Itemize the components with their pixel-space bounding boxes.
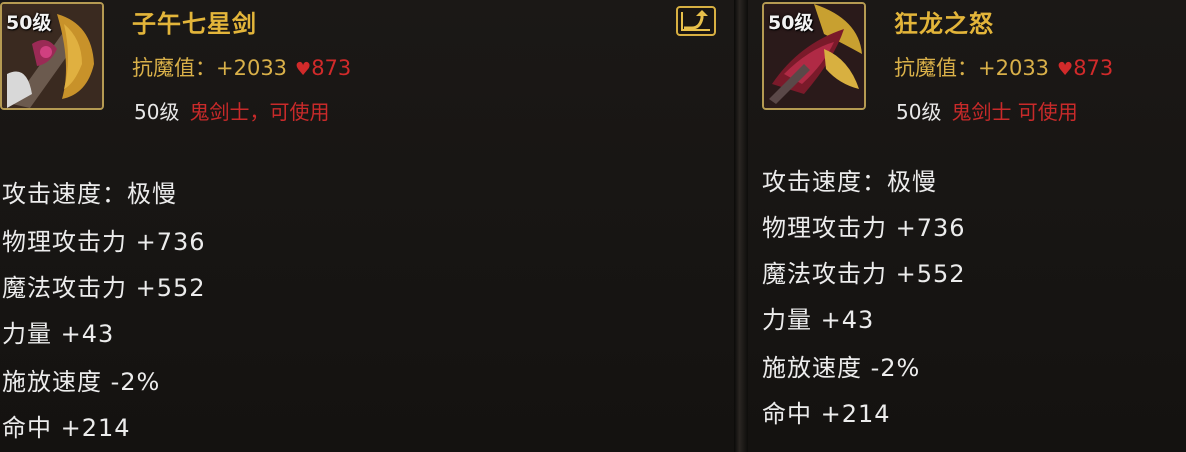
stat-attack-speed: 攻击速度：极慢 xyxy=(762,168,937,196)
stat-cast-speed: 施放速度 -2% xyxy=(2,368,161,396)
item-icon-right[interactable]: 50级 xyxy=(762,2,866,110)
item-level-tag: 50级 xyxy=(6,12,52,34)
item-name: 子午七星剑 xyxy=(132,10,257,38)
required-class: 鬼剑士，可使用 xyxy=(189,100,330,124)
resist-value: +2033 xyxy=(978,56,1050,80)
stat-strength: 力量 +43 xyxy=(762,306,875,334)
item-name: 狂龙之怒 xyxy=(894,10,994,38)
resist-label: 抗魔值： xyxy=(894,56,978,80)
resist-label: 抗魔值： xyxy=(132,56,216,80)
panel-divider xyxy=(734,0,748,452)
heart-icon: ♥ xyxy=(295,59,312,80)
item-icon-left[interactable]: 50级 xyxy=(0,2,104,110)
stat-strength: 力量 +43 xyxy=(2,320,115,348)
heart-icon: ♥ xyxy=(1057,59,1074,80)
required-class: 鬼剑士 可使用 xyxy=(951,100,1078,124)
requirement-row: 50级 鬼剑士 可使用 xyxy=(896,96,1078,125)
stat-physical-attack: 物理攻击力 +736 xyxy=(2,228,206,256)
stat-attack-speed: 攻击速度：极慢 xyxy=(2,180,177,208)
resist-row: 抗魔值：+2033 ♥873 xyxy=(132,52,351,82)
requirement-row: 50级 鬼剑士，可使用 xyxy=(134,96,329,125)
item-level-tag: 50级 xyxy=(768,12,814,34)
stat-hit-rate: 命中 +214 xyxy=(762,400,891,428)
resist-row: 抗魔值：+2033 ♥873 xyxy=(894,52,1113,82)
heart-value: 873 xyxy=(1073,56,1114,80)
export-arrow-icon[interactable] xyxy=(676,6,716,36)
resist-value: +2033 xyxy=(216,56,288,80)
required-level: 50级 xyxy=(134,100,180,124)
stat-magic-attack: 魔法攻击力 +552 xyxy=(2,274,206,302)
stat-magic-attack: 魔法攻击力 +552 xyxy=(762,260,966,288)
heart-value: 873 xyxy=(311,56,352,80)
required-level: 50级 xyxy=(896,100,942,124)
item-tooltip-left: 50级 子午七星剑 抗魔值：+2033 ♥873 50级 鬼剑士，可使用 攻击速度：… xyxy=(0,0,734,452)
stat-physical-attack: 物理攻击力 +736 xyxy=(762,214,966,242)
stat-hit-rate: 命中 +214 xyxy=(2,414,131,442)
stat-cast-speed: 施放速度 -2% xyxy=(762,354,921,382)
item-tooltip-right: 50级 狂龙之怒 抗魔值：+2033 ♥873 50级 鬼剑士 可使用 攻击速度：极… xyxy=(748,0,1186,452)
